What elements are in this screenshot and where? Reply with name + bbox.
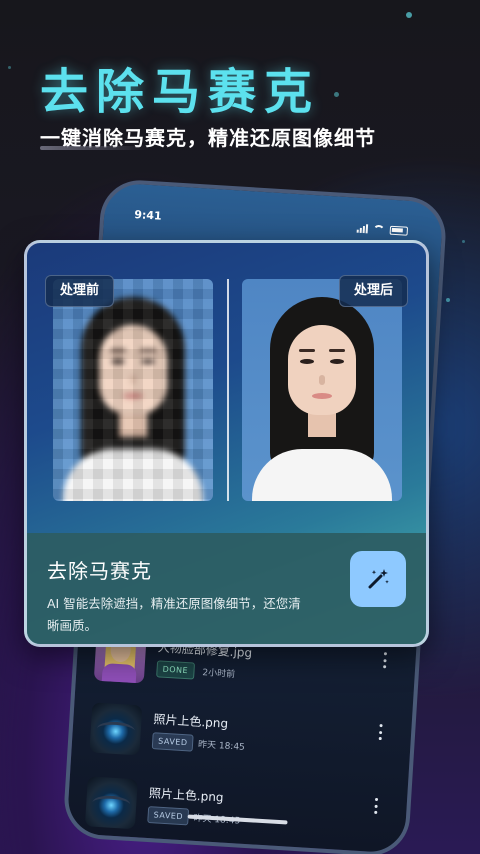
feature-info-panel: 去除马赛克 AI 智能去除遮挡，精准还原图像细节，还您清晰画质。 [27,533,426,644]
before-label: 处理前 [45,275,115,307]
decor-dot [8,66,11,69]
decor-dot [406,12,412,18]
magic-wand-button[interactable] [350,551,406,607]
history-item-time: 昨天 18:45 [197,739,246,753]
decor-dot [334,92,339,97]
eye-thumbnail [89,702,143,756]
before-photo [53,279,213,501]
history-item-title: 照片上色.png [148,786,224,805]
eye-thumbnail [84,776,138,830]
more-options-icon[interactable] [374,797,379,815]
feature-description: AI 智能去除遮挡，精准还原图像细节，还您清晰画质。 [47,596,301,633]
signal-icon [356,224,369,234]
history-item[interactable]: 照片上色.png SAVED 昨天 18:45 [89,702,388,784]
more-options-icon[interactable] [383,652,388,669]
status-time: 9:41 [133,208,163,223]
hero-title: 去除马赛克 [40,64,321,120]
status-badge: DONE [156,660,195,680]
decor-dot [462,240,465,243]
status-badge: SAVED [151,732,195,752]
status-icons [356,224,409,236]
magic-wand-icon [368,569,389,589]
history-item-time: 2小时前 [202,668,236,681]
comparison-divider [227,279,229,501]
before-after-comparison: 处理前 处理后 [27,243,426,533]
feature-title: 去除马赛克 [47,559,152,583]
battery-icon [389,225,409,236]
decor-dot [446,298,450,302]
subtitle-underline [40,146,150,150]
history-item[interactable]: 照片上色.png SAVED 昨天 18:45 [84,776,383,854]
history-item-title: 照片上色.png [153,712,229,731]
wifi-icon [372,224,386,235]
after-label: 处理后 [339,275,409,307]
after-photo [242,279,402,501]
status-badge: SAVED [147,806,190,826]
more-options-icon[interactable] [378,723,384,741]
feature-card: 处理前 处理后 去除马赛克 AI 智能去除遮挡，精准还原图像细节，还您清晰画质。 [24,240,429,647]
